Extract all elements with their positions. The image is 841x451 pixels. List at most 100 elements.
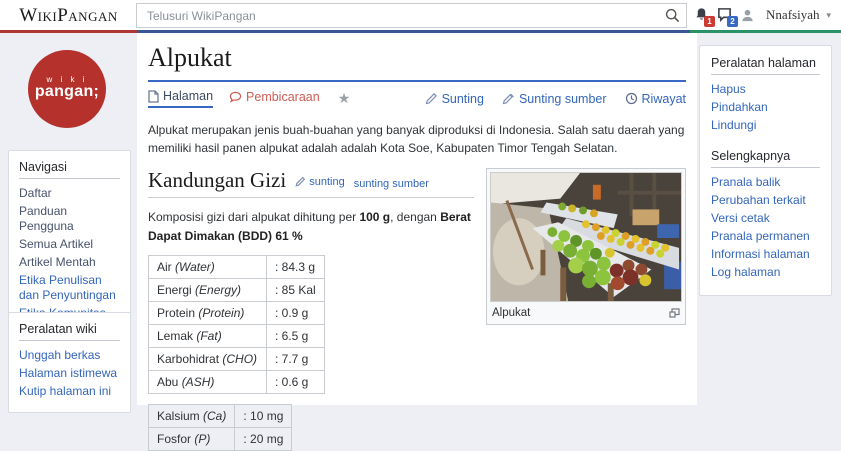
kandungan-gizi-section: Kandungan Gizi sunting sunting sumber Ko…	[147, 168, 686, 451]
pencil-icon	[425, 93, 437, 105]
composition-text-1: Komposisi gizi dari alpukat dihitung per	[148, 210, 360, 224]
nutrient-latin: (Protein)	[198, 306, 245, 321]
header-bar-green	[690, 30, 841, 33]
table-row: Fosfor (P) : 20 mg	[147, 427, 293, 451]
more-heading: Selengkapnya	[711, 149, 820, 168]
logo-line2: pangan;	[34, 83, 100, 100]
notifications-alerts-button[interactable]: 1	[694, 7, 716, 27]
watchlist-star-icon[interactable]: ★	[338, 90, 351, 107]
page-title: Alpukat	[148, 43, 686, 82]
header-bar-red	[0, 30, 137, 33]
top-header: WikiPangan 1 2 Nnafsiyah	[0, 0, 841, 30]
section-title: Kandungan Gizi	[148, 168, 287, 192]
table-row: Energi (Energy) : 85 Kal	[148, 278, 325, 303]
nutrient-latin: (P)	[194, 432, 211, 447]
figure-column: Alpukat	[486, 168, 686, 451]
nav-heading: Navigasi	[19, 160, 120, 179]
sidebar-page-tools: Peralatan halaman Hapus Pindahkan Lindun…	[699, 45, 832, 296]
search-button[interactable]	[658, 4, 686, 27]
table-row: Air (Water) : 84.3 g	[148, 255, 325, 280]
search-icon	[665, 8, 679, 23]
action-riwayat[interactable]: Riwayat	[625, 92, 686, 106]
sidebar-item-pindahkan[interactable]: Pindahkan	[711, 100, 820, 115]
tab-halaman[interactable]: Halaman	[148, 89, 214, 108]
action-sunting-sumber-label: Sunting sumber	[518, 91, 607, 106]
nutrition-table-minerals: Kalsium (Ca) : 10 mg Fosfor (P) : 20 mg	[147, 404, 293, 451]
nutrient-name: Lemak	[157, 329, 197, 344]
section-edit-label: sunting	[309, 175, 345, 188]
sidebar-item-hapus[interactable]: Hapus	[711, 82, 820, 97]
tab-pembicaraan[interactable]: Pembicaraan	[229, 90, 320, 107]
nutrient-value: : 84.3 g	[266, 255, 325, 280]
sidebar-item-semua-artikel[interactable]: Semua Artikel	[19, 237, 120, 252]
nutrient-latin: (Fat)	[196, 329, 222, 344]
figure-caption-row: Alpukat	[490, 302, 682, 321]
table-row: Lemak (Fat) : 6.5 g	[148, 324, 325, 349]
nutrient-value: : 0.9 g	[266, 301, 325, 326]
sidebar-item-kutip-halaman[interactable]: Kutip halaman ini	[19, 384, 120, 399]
pencil-icon	[295, 176, 306, 187]
site-logo[interactable]: w i k i pangan;	[28, 50, 106, 128]
sidebar-item-log-halaman[interactable]: Log halaman	[711, 265, 820, 280]
action-sunting-sumber[interactable]: Sunting sumber	[502, 92, 607, 106]
alerts-badge: 1	[704, 16, 716, 27]
sidebar-item-informasi-halaman[interactable]: Informasi halaman	[711, 247, 820, 262]
sidebar-item-artikel-mentah[interactable]: Artikel Mentah	[19, 255, 120, 270]
talk-bubble-icon	[229, 91, 242, 103]
table-row: Protein (Protein) : 0.9 g	[148, 301, 325, 326]
nutrition-table-main: Air (Water) : 84.3 g Energi (Energy) : 8…	[148, 255, 325, 395]
page-tools-group: Peralatan halaman Hapus Pindahkan Lindun…	[711, 56, 820, 133]
sidebar-item-pranala-balik[interactable]: Pranala balik	[711, 175, 820, 190]
tab-halaman-label: Halaman	[163, 89, 214, 103]
sidebar-item-daftar[interactable]: Daftar	[19, 186, 120, 201]
search-bar	[136, 3, 687, 28]
site-wordmark[interactable]: WikiPangan	[0, 0, 137, 30]
pencil-source-icon	[502, 93, 514, 105]
sidebar-item-lindungi[interactable]: Lindungi	[711, 118, 820, 133]
sidebar-item-perubahan-terkait[interactable]: Perubahan terkait	[711, 193, 820, 208]
sidebar-item-pranala-permanen[interactable]: Pranala permanen	[711, 229, 820, 244]
intro-paragraph: Alpukat merupakan jenis buah-buahan yang…	[148, 123, 685, 155]
user-menu[interactable]: Nnafsiyah	[766, 7, 819, 23]
composition-paragraph: Komposisi gizi dari alpukat dihitung per…	[148, 208, 474, 245]
table-row: Abu (ASH) : 0.6 g	[148, 370, 325, 395]
fruit-stand-photo	[490, 172, 682, 302]
nutrient-value: : 7.7 g	[266, 347, 325, 372]
nutrient-name: Karbohidrat	[157, 352, 223, 367]
nutrient-value: : 20 mg	[234, 427, 293, 451]
section-edit-link[interactable]: sunting	[295, 175, 345, 188]
user-avatar-icon	[742, 9, 753, 21]
wiki-tools-heading: Peralatan wiki	[19, 322, 120, 341]
article-content: Alpukat Halaman Pembicaraan ★ Sunting Su…	[137, 33, 697, 451]
sidebar-item-halaman-istimewa[interactable]: Halaman istimewa	[19, 366, 120, 381]
messages-badge: 2	[727, 16, 739, 27]
section-edit-source-link[interactable]: sunting sumber	[354, 178, 429, 190]
table-row: Karbohidrat (CHO) : 7.7 g	[148, 347, 325, 372]
notifications-messages-button[interactable]: 2	[717, 7, 739, 27]
section-heading-row: Kandungan Gizi sunting sunting sumber	[148, 168, 474, 198]
action-sunting-label: Sunting	[441, 91, 484, 106]
nutrient-value: : 0.6 g	[266, 370, 325, 395]
nutrient-latin: (CHO)	[222, 352, 258, 367]
nutrient-name: Kalsium	[157, 409, 204, 424]
enlarge-icon[interactable]	[669, 308, 680, 318]
page-icon	[148, 89, 159, 103]
page-tools-heading: Peralatan halaman	[711, 56, 820, 75]
nutrient-name: Protein	[157, 306, 199, 321]
nutrient-value: : 10 mg	[234, 404, 293, 429]
nutrient-latin: (ASH)	[181, 375, 215, 390]
sidebar-item-unggah-berkas[interactable]: Unggah berkas	[19, 348, 120, 363]
search-input[interactable]	[137, 4, 658, 27]
chevron-down-icon[interactable]: ▾	[826, 10, 831, 21]
header-bar-blue	[137, 30, 690, 33]
tab-pembicaraan-label: Pembicaraan	[246, 90, 320, 104]
nutrient-value: : 6.5 g	[266, 324, 325, 349]
article-thumbnail[interactable]: Alpukat	[486, 168, 686, 325]
composition-bold-1: 100 g	[359, 210, 391, 224]
clock-icon	[625, 92, 637, 105]
sidebar-item-panduan-pengguna[interactable]: Panduan Pengguna	[19, 204, 120, 234]
action-sunting[interactable]: Sunting	[425, 92, 484, 106]
sidebar-item-etika-penulisan[interactable]: Etika Penulisan dan Penyuntingan	[19, 273, 120, 303]
sidebar-item-versi-cetak[interactable]: Versi cetak	[711, 211, 820, 226]
nutrient-name: Abu	[157, 375, 182, 390]
